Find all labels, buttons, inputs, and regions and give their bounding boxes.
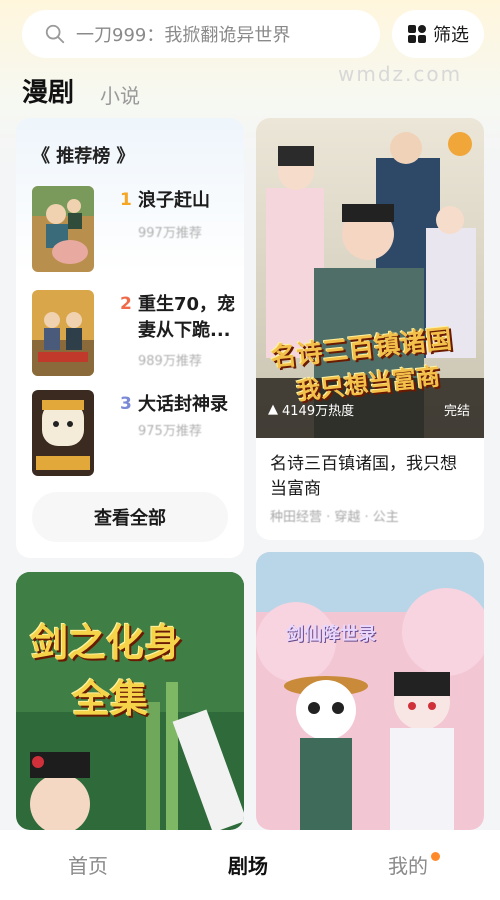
- drama-card[interactable]: 剑仙降世录: [256, 552, 484, 830]
- poster-subtitle-art: 全集: [72, 676, 149, 721]
- ranking-cover-image: [32, 390, 94, 476]
- poster-title-art: 剑之化身: [30, 620, 183, 665]
- ranking-card: 《 推荐榜 》 1 浪子赶山 997万推荐 2 重生70，宠妻从下跪... 98…: [16, 118, 244, 558]
- tab-novel[interactable]: 小说: [100, 80, 140, 109]
- drama-tags: 种田经营 · 穿越 · 公主: [270, 510, 399, 525]
- search-icon: [45, 24, 65, 44]
- status-tag: 完结: [443, 404, 470, 419]
- fire-icon: ▲: [268, 402, 278, 417]
- ranking-item-title: 大话封神录: [138, 394, 228, 415]
- bottom-navigation: 首页 剧场 我的: [0, 830, 500, 900]
- drama-poster-image: [256, 552, 484, 830]
- ranking-item-title: 浪子赶山: [138, 190, 210, 211]
- ranking-item-count: 997万推荐: [138, 226, 202, 241]
- ranking-title: 《 推荐榜 》: [32, 146, 135, 167]
- rank-number: 2: [120, 294, 132, 314]
- nav-mine[interactable]: 我的: [388, 850, 428, 879]
- watermark: wmdz.com: [338, 62, 463, 86]
- nav-home[interactable]: 首页: [68, 850, 108, 879]
- ranking-cover-image: [32, 290, 94, 376]
- poster-title-art: 剑仙降世录: [286, 624, 376, 645]
- ranking-cover-image: [32, 186, 94, 272]
- view-all-button[interactable]: 查看全部: [32, 492, 228, 542]
- grid-icon: [408, 25, 426, 43]
- drama-card[interactable]: 名诗三百镇诸国 我只想当富商 ▲ 4149万热度 完结 名诗三百镇诸国，我只想当…: [256, 118, 484, 540]
- notification-dot: [431, 852, 440, 861]
- heat-badge: ▲ 4149万热度: [268, 400, 354, 419]
- ranking-item-count: 975万推荐: [138, 424, 202, 439]
- ranking-item-count: 989万推荐: [138, 354, 202, 369]
- heat-count: 4149万热度: [282, 404, 355, 419]
- ranking-item-title: 重生70，宠妻从下跪...: [138, 294, 236, 341]
- search-bar[interactable]: 一刀999：我掀翻诡异世界: [22, 10, 380, 58]
- filter-button[interactable]: 筛选: [392, 10, 484, 58]
- rank-number: 1: [120, 190, 132, 210]
- drama-card[interactable]: 剑之化身 全集: [16, 572, 244, 830]
- rank-number: 3: [120, 394, 132, 414]
- ranking-item[interactable]: 3 大话封神录 975万推荐: [32, 390, 242, 480]
- ranking-item[interactable]: 2 重生70，宠妻从下跪... 989万推荐: [32, 290, 242, 380]
- search-placeholder: 一刀999：我掀翻诡异世界: [76, 25, 291, 46]
- nav-theater[interactable]: 剧场: [228, 850, 268, 879]
- tab-manju[interactable]: 漫剧: [22, 72, 74, 109]
- drama-title: 名诗三百镇诸国，我只想当富商: [270, 454, 457, 499]
- ranking-item[interactable]: 1 浪子赶山 997万推荐: [32, 186, 242, 276]
- filter-label: 筛选: [433, 25, 469, 46]
